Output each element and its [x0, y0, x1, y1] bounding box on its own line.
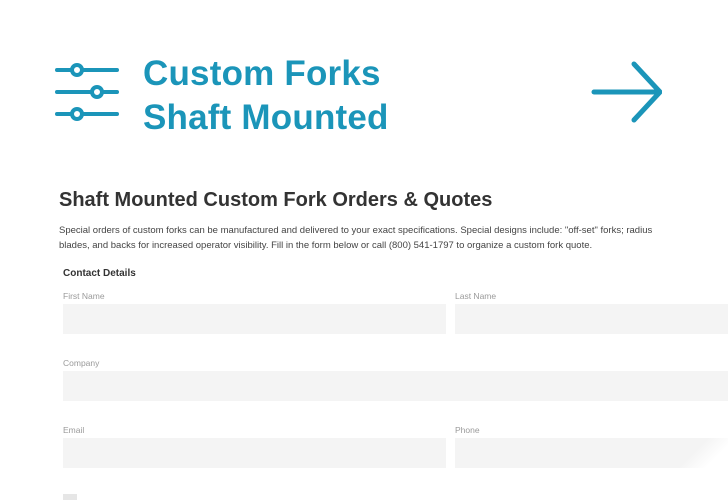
phone-input[interactable] [455, 438, 728, 468]
intro-line-2: blades, and backs for increased operator… [59, 240, 593, 251]
phone-label: Phone [455, 425, 480, 435]
last-name-input[interactable] [455, 304, 728, 334]
section-title: Shaft Mounted Custom Fork Orders & Quote… [59, 189, 493, 211]
hero-title-line2: Shaft Mounted [143, 98, 389, 137]
email-label: Email [63, 425, 85, 435]
company-label: Company [63, 358, 100, 368]
next-field-fragment [63, 494, 77, 500]
sliders-icon [55, 63, 119, 121]
first-name-label: First Name [63, 291, 105, 301]
company-input[interactable] [63, 371, 728, 401]
contact-details-heading: Contact Details [63, 268, 136, 279]
arrow-right-icon[interactable] [590, 60, 662, 124]
email-input[interactable] [63, 438, 446, 468]
first-name-input[interactable] [63, 304, 446, 334]
intro-text: Special orders of custom forks can be ma… [59, 223, 728, 253]
intro-line-1: Special orders of custom forks can be ma… [59, 225, 653, 236]
hero-title-line1: Custom Forks [143, 54, 381, 93]
hero-title: Custom Forks Shaft Mounted [143, 52, 389, 140]
last-name-label: Last Name [455, 291, 497, 301]
